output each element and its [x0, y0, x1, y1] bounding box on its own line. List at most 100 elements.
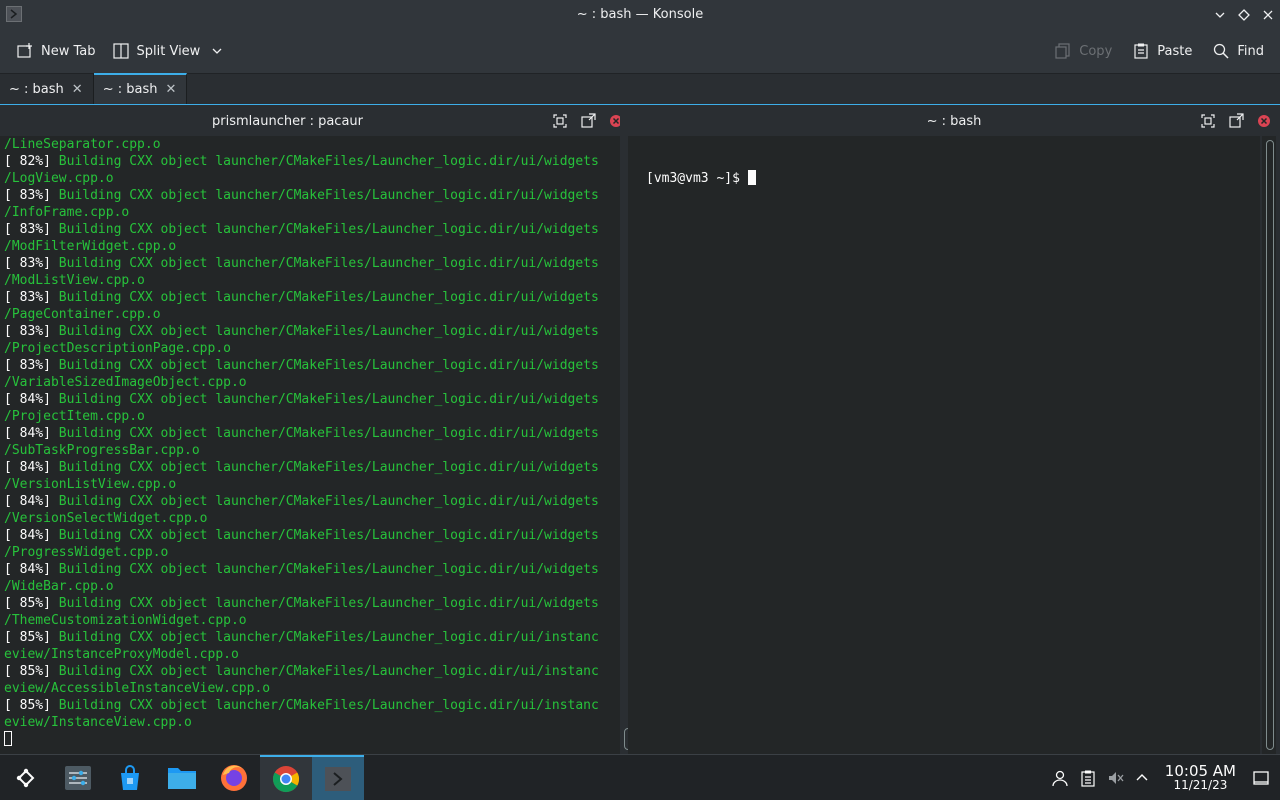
terminal-line: /PageContainer.cpp.o [4, 306, 620, 323]
terminal-cursor [747, 170, 756, 185]
task-konsole[interactable] [312, 754, 364, 800]
show-desktop-icon[interactable] [1252, 769, 1270, 787]
terminal-line: [ 83%] Building CXX object launcher/CMak… [4, 187, 620, 204]
maximize-pane-icon[interactable] [552, 113, 568, 129]
task-firefox[interactable] [208, 755, 260, 800]
detach-pane-icon[interactable] [580, 113, 596, 129]
right-terminal[interactable]: [vm3@vm3 ~]$ [628, 136, 1260, 754]
progress-percent: [ 85%] [4, 596, 59, 611]
build-output-text: /WideBar.cpp.o [4, 579, 114, 594]
terminal-line: [ 83%] Building CXX object launcher/CMak… [4, 323, 620, 340]
chevron-down-icon[interactable] [211, 45, 223, 57]
terminal-line: /ProjectDescriptionPage.cpp.o [4, 340, 620, 357]
copy-button[interactable]: Copy [1046, 36, 1120, 66]
close-icon[interactable] [1256, 0, 1280, 29]
progress-percent: [ 85%] [4, 664, 59, 679]
terminal-line: /ModListView.cpp.o [4, 272, 620, 289]
build-output-text: /VersionListView.cpp.o [4, 477, 177, 492]
progress-percent: [ 83%] [4, 324, 59, 339]
build-output-text: /ModFilterWidget.cpp.o [4, 239, 177, 254]
terminal-line: /ProgressWidget.cpp.o [4, 544, 620, 561]
build-output-text: eview/AccessibleInstanceView.cpp.o [4, 681, 271, 696]
task-system-settings[interactable] [52, 755, 104, 800]
build-output-text: /LogView.cpp.o [4, 171, 114, 186]
progress-percent: [ 84%] [4, 494, 59, 509]
build-output-text: /LineSeparator.cpp.o [4, 137, 161, 152]
terminal-line: /VariableSizedImageObject.cpp.o [4, 374, 620, 391]
progress-percent: [ 83%] [4, 358, 59, 373]
task-chrome[interactable] [260, 754, 312, 800]
build-output-text: Building CXX object launcher/CMakeFiles/… [58, 562, 599, 577]
terminal-line: [ 83%] Building CXX object launcher/CMak… [4, 289, 620, 306]
build-output-text: /ProjectDescriptionPage.cpp.o [4, 341, 231, 356]
close-tab-icon[interactable]: ✕ [72, 82, 83, 97]
new-tab-icon [17, 43, 32, 58]
progress-percent: [ 83%] [4, 222, 59, 237]
clock-time: 10:05 AM [1164, 762, 1236, 780]
build-output-text: /VersionSelectWidget.cpp.o [4, 511, 208, 526]
konsole-app-icon[interactable] [6, 6, 22, 22]
find-button[interactable]: Find [1204, 36, 1272, 66]
build-output-text: /SubTaskProgressBar.cpp.o [4, 443, 200, 458]
progress-percent: [ 84%] [4, 426, 59, 441]
terminal-line: /VersionSelectWidget.cpp.o [4, 510, 620, 527]
build-output-text: /VariableSizedImageObject.cpp.o [4, 375, 247, 390]
left-terminal[interactable]: /LineSeparator.cpp.o[ 82%] Building CXX … [0, 136, 620, 754]
discover-store-icon [121, 764, 139, 790]
paste-button[interactable]: Paste [1124, 36, 1200, 66]
terminal-line: eview/InstanceProxyModel.cpp.o [4, 646, 620, 663]
terminal-line: eview/AccessibleInstanceView.cpp.o [4, 680, 620, 697]
system-settings-icon [65, 765, 91, 790]
right-scrollbar[interactable] [1266, 140, 1274, 750]
shell-prompt: [vm3@vm3 ~]$ [646, 171, 748, 186]
progress-percent: [ 85%] [4, 630, 59, 645]
tab-bash-1[interactable]: ~ : bash ✕ [0, 74, 94, 104]
clipboard-icon[interactable] [1079, 769, 1097, 787]
minimize-icon[interactable] [1208, 0, 1232, 29]
progress-percent: [ 83%] [4, 256, 59, 271]
task-file-manager[interactable] [156, 755, 208, 800]
search-icon [1214, 43, 1229, 59]
tab-bash-2[interactable]: ~ : bash ✕ [93, 73, 188, 104]
window-controls [1208, 0, 1280, 29]
chevron-up-icon[interactable] [1135, 771, 1149, 785]
terminal-line: [ 84%] Building CXX object launcher/CMak… [4, 561, 620, 578]
build-output-text: Building CXX object launcher/CMakeFiles/… [58, 664, 599, 679]
build-output-text: Building CXX object launcher/CMakeFiles/… [58, 460, 599, 475]
progress-percent: [ 83%] [4, 290, 59, 305]
digital-clock[interactable]: 10:05 AM 11/21/23 [1164, 762, 1236, 793]
terminal-line: [ 83%] Building CXX object launcher/CMak… [4, 255, 620, 272]
maximize-icon[interactable] [1232, 0, 1256, 29]
maximize-pane-icon[interactable] [1200, 113, 1216, 129]
file-manager-icon [168, 767, 196, 789]
find-label: Find [1237, 43, 1264, 59]
split-view-button[interactable]: Split View [104, 36, 232, 66]
terminal-line: [ 83%] Building CXX object launcher/CMak… [4, 221, 620, 238]
new-tab-button[interactable]: New Tab [8, 36, 104, 66]
clock-date: 11/21/23 [1173, 778, 1228, 792]
split-view-icon [112, 43, 129, 59]
progress-percent: [ 84%] [4, 528, 59, 543]
detach-pane-icon[interactable] [1228, 113, 1244, 129]
volume-muted-icon[interactable] [1107, 769, 1125, 787]
chrome-icon [272, 765, 300, 792]
konsole-icon [325, 766, 351, 791]
tab-label: ~ : bash [9, 81, 64, 97]
terminal-line: /ThemeCustomizationWidget.cpp.o [4, 612, 620, 629]
build-output-text: Building CXX object launcher/CMakeFiles/… [58, 222, 599, 237]
application-launcher[interactable] [0, 755, 52, 800]
build-output-text: eview/InstanceProxyModel.cpp.o [4, 647, 239, 662]
split-divider[interactable] [620, 106, 628, 754]
task-discover[interactable] [104, 755, 156, 800]
terminal-line: [ 84%] Building CXX object launcher/CMak… [4, 459, 620, 476]
build-output-text: /ProjectItem.cpp.o [4, 409, 145, 424]
main-toolbar: New Tab Split View Copy Paste Find [0, 29, 1280, 74]
close-pane-icon[interactable] [1256, 113, 1272, 129]
terminal-line: [ 85%] Building CXX object launcher/CMak… [4, 595, 620, 612]
split-view-label: Split View [136, 43, 201, 59]
close-tab-icon[interactable]: ✕ [165, 82, 176, 97]
system-tray: 10:05 AM 11/21/23 [1051, 755, 1280, 800]
terminal-line: /LineSeparator.cpp.o [4, 136, 620, 153]
user-icon[interactable] [1051, 769, 1069, 787]
build-output-text: Building CXX object launcher/CMakeFiles/… [58, 324, 599, 339]
